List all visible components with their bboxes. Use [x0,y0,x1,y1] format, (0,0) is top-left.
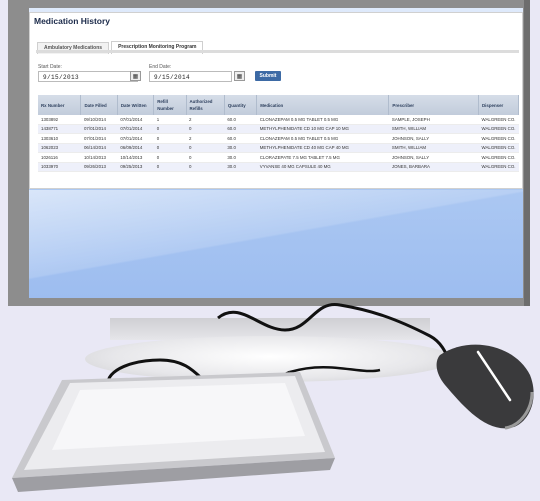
peripherals [12,303,534,492]
monitor-cable [217,303,457,373]
keyboard-icon [12,372,335,492]
computer-illustration: Medication History Ambulatory Medication… [0,0,540,501]
mouse-icon [436,344,534,430]
keyboard-cable-2 [289,365,381,374]
